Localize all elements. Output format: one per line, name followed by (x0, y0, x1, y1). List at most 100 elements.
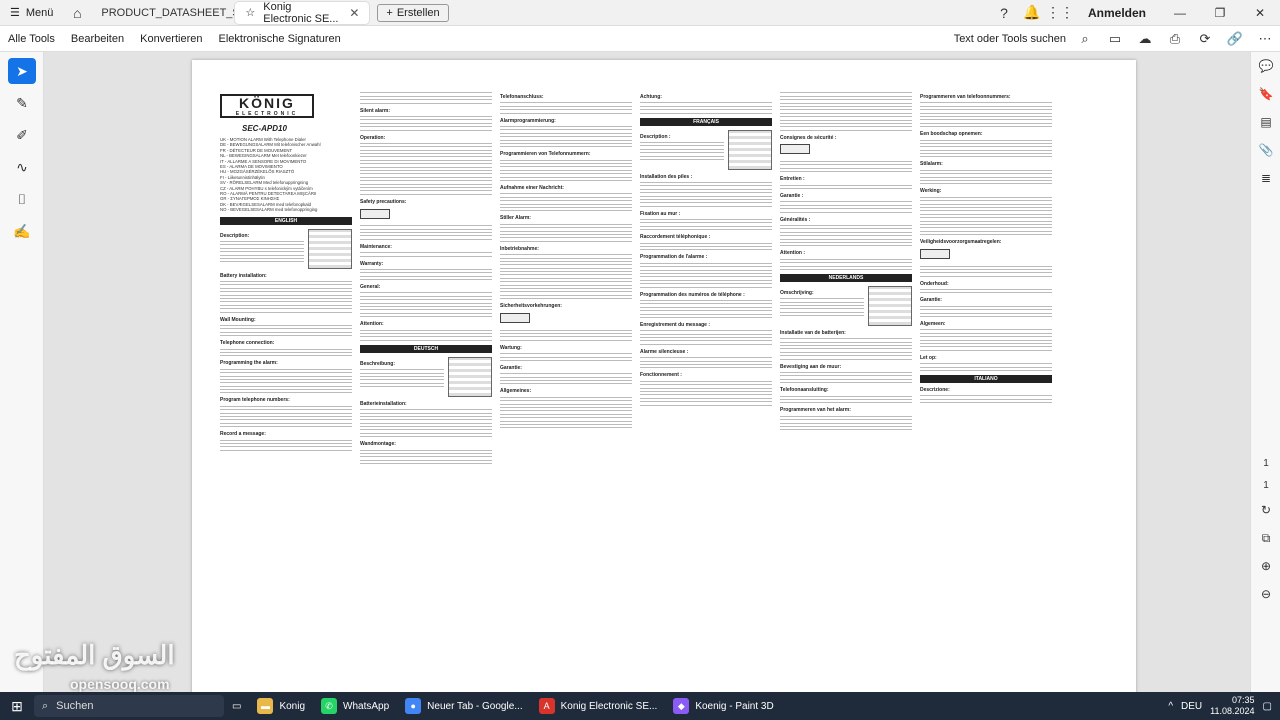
zoom-in-icon[interactable]: ⊕ (1251, 552, 1280, 580)
subheading: Battery installation: (220, 272, 267, 279)
taskbar-search[interactable]: ⌕ Suchen (34, 695, 224, 717)
help-icon[interactable]: ? (990, 0, 1018, 26)
sign-tool-icon[interactable]: ✍ (8, 218, 36, 244)
subheading: Programmeren van telefoonnummers: (920, 94, 1011, 100)
select-tool-icon[interactable]: ➤ (8, 58, 36, 84)
subheading: Programmation de l'alarme : (640, 254, 708, 261)
document-viewport[interactable]: KÖNIG ELECTRONIC SEC-APD10 UK - MOTION A… (44, 52, 1250, 692)
chrome-icon: ● (405, 698, 422, 714)
signin-button[interactable]: Anmelden (1074, 6, 1160, 20)
tab-product-datasheet[interactable]: PRODUCT_DATASHEET_S... ✕ (91, 2, 267, 24)
toolbar-right: Text oder Tools suchen ⌕ ▭ ☁ ⎙ ⟳ 🔗 ⋯ (954, 26, 1280, 52)
taskbar-app-chrome[interactable]: ● Neuer Tab - Google... (397, 692, 530, 720)
zoom-out-icon[interactable]: ⊖ (1251, 580, 1280, 608)
copy-icon[interactable]: ⧉ (1251, 524, 1280, 552)
subheading: Généralités : (780, 216, 811, 223)
menu-button[interactable]: ☰ Menü (0, 0, 63, 26)
subheading: Wartung: (500, 344, 522, 351)
apps-grid-icon[interactable]: ⋮⋮ (1046, 0, 1074, 26)
watermark-url: opensooq.com (70, 676, 170, 692)
app-label: Koenig - Paint 3D (695, 700, 774, 712)
subheading: Stiller Alarm: (500, 215, 531, 222)
caution-symbol (780, 144, 810, 155)
home-icon[interactable]: ⌂ (63, 0, 91, 26)
section-italiano: ITALIANO (920, 374, 1052, 383)
comment-tool-icon[interactable]: ✎ (8, 90, 36, 116)
taskbar-app-acrobat[interactable]: A Konig Electronic SE... (531, 692, 666, 720)
acrobat-icon: A (538, 698, 555, 714)
right-panel: 💬 🔖 ▤ 📎 ≣ 1 1 ↻ ⧉ ⊕ ⊖ (1250, 52, 1280, 692)
subheading: Programming the alarm: (220, 360, 278, 367)
subheading: Program telephone numbers: (220, 397, 290, 404)
more-icon[interactable]: ⋯ (1250, 26, 1280, 52)
column-1: KÖNIG ELECTRONIC SEC-APD10 UK - MOTION A… (220, 90, 352, 690)
attachment-icon[interactable]: 📎 (1251, 136, 1280, 164)
bookmark-icon[interactable]: 🔖 (1251, 80, 1280, 108)
menu-convert[interactable]: Konvertieren (132, 33, 210, 45)
subheading: Telefoonaansluiting: (780, 387, 829, 394)
logo-text: KÖNIG (239, 95, 295, 111)
column-5: Consignes de sécurité : Entretien : Gara… (780, 90, 912, 690)
clock[interactable]: 07:35 11.08.2024 (1210, 695, 1254, 717)
whatsapp-icon: ✆ (321, 698, 338, 714)
taskbar-app-konig[interactable]: ▬ Konig (249, 692, 313, 720)
menu-e-signatures[interactable]: Elektronische Signaturen (210, 33, 348, 45)
share-icon[interactable]: ⟳ (1190, 26, 1220, 52)
menu-all-tools[interactable]: Alle Tools (0, 33, 63, 45)
draw-tool-icon[interactable]: ∿ (8, 154, 36, 180)
folder-icon: ▬ (257, 698, 274, 714)
subheading: Bevestiging aan de muur: (780, 363, 842, 370)
section-francais: FRANÇAIS (640, 117, 772, 126)
pages-icon[interactable]: ▤ (1251, 108, 1280, 136)
upload-icon[interactable]: ☁ (1130, 26, 1160, 52)
link-icon[interactable]: 🔗 (1220, 26, 1250, 52)
notification-icon[interactable]: ▢ (1263, 701, 1272, 712)
subheading: Aufnahme einer Nachricht: (500, 185, 564, 192)
menu-edit[interactable]: Bearbeiten (63, 33, 132, 45)
print-icon[interactable]: ⎙ (1160, 26, 1190, 52)
subheading: Onderhoud: (920, 280, 949, 287)
subheading: Descrizione: (920, 386, 950, 393)
pdf-page: KÖNIG ELECTRONIC SEC-APD10 UK - MOTION A… (192, 60, 1136, 692)
star-icon[interactable]: ☆ (245, 6, 255, 19)
left-tool-rail: ➤ ✎ ✐ ∿ ⌷ ✍ (0, 52, 44, 692)
subheading: Telephone connection: (220, 340, 275, 347)
taskbar-app-paint3d[interactable]: ◆ Koenig - Paint 3D (665, 692, 781, 720)
bell-icon[interactable]: 🔔 (1018, 0, 1046, 26)
task-view-icon[interactable]: ▭ (224, 692, 249, 720)
search-tools-label[interactable]: Text oder Tools suchen (954, 33, 1070, 45)
maximize-icon[interactable]: ❐ (1200, 0, 1240, 26)
device-illustration (308, 228, 352, 269)
subheading: Programmieren von Telefonnummern: (500, 151, 591, 158)
tab-konig-electronic[interactable]: ☆ Konig Electronic SE... ✕ (235, 1, 370, 25)
browser-tab-bar: ☰ Menü ⌂ PRODUCT_DATASHEET_S... ✕ ☆ Koni… (0, 0, 1280, 26)
model-number: SEC-APD10 (242, 124, 287, 133)
refresh-icon[interactable]: ↻ (1251, 496, 1280, 524)
search-icon[interactable]: ⌕ (1070, 26, 1100, 52)
close-icon[interactable]: ✕ (349, 6, 359, 20)
windows-taskbar: ⊞ ⌕ Suchen ▭ ▬ Konig ✆ WhatsApp ● Neuer … (0, 692, 1280, 720)
highlight-tool-icon[interactable]: ✐ (8, 122, 36, 148)
page-current[interactable]: 1 (1251, 452, 1280, 474)
layers-icon[interactable]: ≣ (1251, 164, 1280, 192)
windows-start-icon[interactable]: ⊞ (0, 692, 34, 720)
caution-symbol (360, 208, 390, 219)
text-select-tool-icon[interactable]: ⌷ (8, 186, 36, 212)
menu-label: Menü (25, 6, 54, 19)
save-icon[interactable]: ▭ (1100, 26, 1130, 52)
watermark-logo: السوق المفتوح (14, 640, 175, 670)
clock-time: 07:35 (1232, 695, 1255, 705)
app-label: Konig (279, 700, 306, 712)
window-close-icon[interactable]: ✕ (1240, 0, 1280, 26)
subheading: Garantie: (500, 364, 522, 371)
new-tab-button[interactable]: + Erstellen (377, 3, 449, 22)
caution-symbol (500, 312, 530, 323)
device-illustration (448, 356, 492, 397)
minimize-icon[interactable]: — (1160, 0, 1200, 26)
taskbar-app-whatsapp[interactable]: ✆ WhatsApp (313, 692, 397, 720)
language-indicator[interactable]: DEU (1181, 701, 1202, 712)
konig-logo: KÖNIG ELECTRONIC (220, 94, 314, 118)
subheading: Programmation des numéros de téléphone : (640, 291, 745, 298)
chevron-up-icon[interactable]: ^ (1168, 701, 1173, 712)
comment-panel-icon[interactable]: 💬 (1251, 52, 1280, 80)
